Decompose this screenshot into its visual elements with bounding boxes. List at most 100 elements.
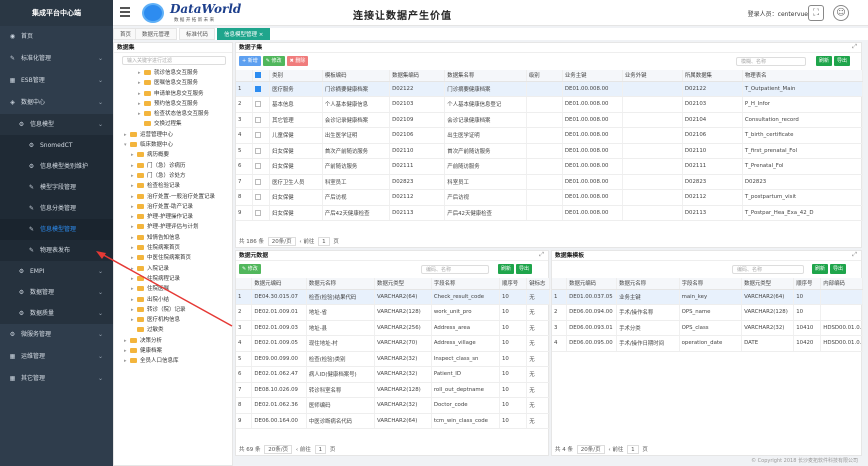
edit-button[interactable]: ✎ 修改 bbox=[239, 264, 261, 274]
table-row[interactable]: 3 DE06.00.093.01 手术分类 OPS_class VARCHAR2(32)… bbox=[552, 320, 863, 336]
sidebar-item[interactable]: ⚙ 微服务管理 ⌄ bbox=[0, 324, 113, 346]
column-header[interactable]: 顺序号 bbox=[793, 278, 822, 290]
column-header[interactable]: 字段名称 bbox=[679, 278, 743, 290]
column-header[interactable]: 数据元名称 bbox=[616, 278, 680, 290]
table-row[interactable]: 4 DE02.01.009.05 现住地址-村 VARCHAR2(70) Address… bbox=[236, 335, 550, 352]
add-button[interactable]: + 新增 bbox=[239, 56, 261, 66]
sidebar-item[interactable]: ▦ 运维管理 ⌄ bbox=[0, 346, 113, 368]
column-header[interactable]: 数据集名称 bbox=[444, 70, 527, 82]
subset-page-input[interactable]: 1 bbox=[318, 237, 330, 246]
tree-node[interactable]: ▾ 临床数据中心 bbox=[117, 140, 231, 150]
row-checkbox[interactable] bbox=[255, 132, 262, 138]
column-header[interactable]: 级别 bbox=[526, 70, 563, 82]
sidebar-item[interactable]: ⚙ 数据质量 ⌄ bbox=[0, 303, 113, 324]
tree-node[interactable]: ▸ 入院记录 bbox=[117, 264, 231, 274]
sidebar-item[interactable]: ◈ 数据中心 ⌄ bbox=[0, 92, 113, 114]
tab[interactable]: 数据元管理 bbox=[135, 28, 177, 40]
sidebar-item[interactable]: ▦ ESB管理 ⌄ bbox=[0, 70, 113, 92]
row-checkbox[interactable] bbox=[255, 163, 262, 169]
export-button[interactable]: 导出 bbox=[516, 264, 533, 274]
table-row[interactable]: 4 儿童保健 出生医学证明 D02106 出生医学证明 DE01.00.008.00 D02… bbox=[236, 127, 864, 144]
tree-node[interactable]: ▸ 健康档案 bbox=[117, 346, 231, 356]
prev-page-icon[interactable]: ‹ bbox=[299, 239, 301, 245]
row-checkbox[interactable] bbox=[255, 101, 262, 107]
delete-button[interactable]: ✖ 删除 bbox=[286, 56, 309, 66]
tree-node[interactable]: ▸ 申请单信息交互服务 bbox=[117, 89, 231, 99]
sidebar-item[interactable]: ▦ 其它管理 ⌄ bbox=[0, 368, 113, 390]
avatar[interactable]: ☺ bbox=[833, 5, 849, 21]
export-button[interactable]: 导出 bbox=[834, 56, 851, 66]
tree-node[interactable]: ▸ 出院小结 bbox=[117, 295, 231, 305]
sidebar-item[interactable]: ✎ 标准化管理 ⌄ bbox=[0, 48, 113, 70]
table-row[interactable]: 1 DE04.30.015.07 检查(检验)结果代码 VARCHAR2(64) Che… bbox=[236, 289, 550, 305]
table-row[interactable]: 3 DE02.01.009.03 地址-县 VARCHAR2(256) Address_… bbox=[236, 320, 550, 336]
column-header[interactable]: 数据集编码 bbox=[389, 70, 446, 82]
tree-node[interactable]: ▸ 门（急）诊处方 bbox=[117, 171, 231, 181]
tree-node[interactable]: ▸ 检查状态信息交互服务 bbox=[117, 109, 231, 119]
tree-node[interactable]: ▸ 转诊（院）记录 bbox=[117, 305, 231, 315]
table-row[interactable]: 7 医疗卫生人员 科室员工 D02823 科室员工 DE01.00.008.00 D0282… bbox=[236, 174, 864, 190]
table-row[interactable]: 8 DE02.01.062.36 医师编码 VARCHAR2(32) Doctor_co… bbox=[236, 397, 550, 414]
subset-search-input[interactable]: 模糊、名称 bbox=[736, 57, 806, 66]
table-row[interactable]: 1 DE01.00.037.05 业务主键 main_key VARCHAR2(64) 1… bbox=[552, 289, 863, 305]
select-all-checkbox[interactable] bbox=[255, 72, 262, 78]
table-row[interactable]: 3 其它管理 会诊记录健康档案 D02109 会诊记录健康档案 DE01.00.008.0… bbox=[236, 112, 864, 128]
export-button[interactable]: 导出 bbox=[830, 264, 847, 274]
elements-search-input[interactable]: 编码、名称 bbox=[421, 265, 489, 274]
table-row[interactable]: 9 DE06.00.164.00 中医诊断病名代码 VARCHAR2(64) tcm_w… bbox=[236, 413, 550, 429]
tree-search-input[interactable]: 输入关键字进行过滤 bbox=[122, 56, 226, 65]
table-row[interactable]: 1 医疗服务 门诊摘要健康档案 D02122 门诊摘要健康档案 DE01.00.008.0… bbox=[236, 81, 864, 97]
tree-node[interactable]: ▸ 全员人口信息库 bbox=[117, 356, 231, 366]
table-row[interactable]: 5 妇女保健 首次产前随访服务 D02110 首次产前随访服务 DE01.00.008.0… bbox=[236, 143, 864, 159]
column-header[interactable]: 类别 bbox=[269, 70, 323, 82]
table-row[interactable]: 6 妇女保健 产前随访服务 D02111 产前随访服务 DE01.00.008.00 D02… bbox=[236, 158, 864, 175]
user-name[interactable]: centervue bbox=[778, 11, 808, 18]
table-row[interactable]: 6 DE02.01.062.47 病人ID(健康档案号) VARCHAR2(32) Pa… bbox=[236, 366, 550, 383]
column-header[interactable] bbox=[252, 70, 271, 82]
fullscreen-icon[interactable]: ⛶ bbox=[808, 5, 824, 21]
column-header[interactable] bbox=[552, 278, 568, 290]
column-header[interactable]: 数据元类型 bbox=[374, 278, 432, 290]
column-header[interactable]: 业务外键 bbox=[622, 70, 683, 82]
tab[interactable]: 标准代码 bbox=[179, 28, 216, 40]
tree-node[interactable]: 交换过程集 bbox=[117, 119, 231, 129]
table-row[interactable]: 2 DE06.00.094.00 手术/操作名称 OPS_name VARCHAR2(1… bbox=[552, 304, 863, 321]
column-header[interactable]: 键标志 bbox=[526, 278, 550, 290]
column-header[interactable]: 数据元类型 bbox=[741, 278, 795, 290]
tree-node[interactable]: ▸ 门（急）诊病历 bbox=[117, 161, 231, 171]
tree-node[interactable]: ▸ 决策分析 bbox=[117, 336, 231, 346]
tree-node[interactable]: ▸ 中医住院病案首页 bbox=[117, 253, 231, 263]
column-header[interactable]: 数据元编码 bbox=[566, 278, 618, 290]
sidebar-item[interactable]: ◉ 首页 bbox=[0, 26, 113, 48]
tree-node[interactable]: ▸ 治疗处置-一般治疗处置记录 bbox=[117, 192, 231, 202]
tree-node[interactable]: ▸ 医嘱信息交互服务 bbox=[117, 78, 231, 88]
tree-node[interactable]: ▸ 检查检验记录 bbox=[117, 181, 231, 191]
sidebar-item[interactable]: ⚙ 信息模型类别维护 bbox=[0, 156, 113, 177]
tree-node[interactable]: ▸ 预约信息交互服务 bbox=[117, 99, 231, 109]
tree-node[interactable]: ▸ 住院病程记录 bbox=[117, 274, 231, 284]
table-row[interactable]: 7 DE08.10.026.09 转诊科室名称 VARCHAR2(128) roll_o… bbox=[236, 382, 550, 398]
edit-button[interactable]: ✎ 修改 bbox=[262, 56, 285, 66]
sidebar-item[interactable]: ✎ 信息分类管理 bbox=[0, 198, 113, 219]
prev-page-icon[interactable]: ‹ bbox=[296, 447, 298, 453]
tree-node[interactable]: ▸ 住院病案首页 bbox=[117, 243, 231, 253]
row-checkbox[interactable] bbox=[255, 194, 262, 200]
table-row[interactable]: 5 DE09.00.099.00 检查(检验)类别 VARCHAR2(32) Inspe… bbox=[236, 351, 550, 367]
sidebar-item[interactable]: ✎ 信息模型管理 bbox=[0, 219, 113, 240]
sidebar-item[interactable]: ✎ 模型字段管理 bbox=[0, 177, 113, 198]
expand-icon[interactable]: ⤢ bbox=[539, 251, 544, 259]
refresh-button[interactable]: 刷新 bbox=[812, 264, 829, 274]
menu-toggle-icon[interactable] bbox=[120, 7, 130, 19]
column-header[interactable]: 顺序号 bbox=[499, 278, 528, 290]
expand-icon[interactable]: ⤢ bbox=[852, 43, 857, 51]
tab[interactable]: 信息模型管理 × bbox=[217, 28, 271, 40]
row-checkbox[interactable] bbox=[255, 178, 262, 185]
tree-node[interactable]: 过敏类 bbox=[117, 325, 231, 335]
sidebar-item[interactable]: ⚙ SnomedCT bbox=[0, 135, 113, 156]
tree-node[interactable]: ▸ 住院医嘱 bbox=[117, 284, 231, 294]
column-header[interactable]: 业务主键 bbox=[562, 70, 623, 82]
tree-node[interactable]: ▸ 知情告知信息 bbox=[117, 233, 231, 243]
sidebar-item[interactable]: ✎ 物理表发布 bbox=[0, 240, 113, 261]
column-header[interactable]: 字段名称 bbox=[431, 278, 500, 290]
column-header[interactable] bbox=[236, 70, 254, 82]
